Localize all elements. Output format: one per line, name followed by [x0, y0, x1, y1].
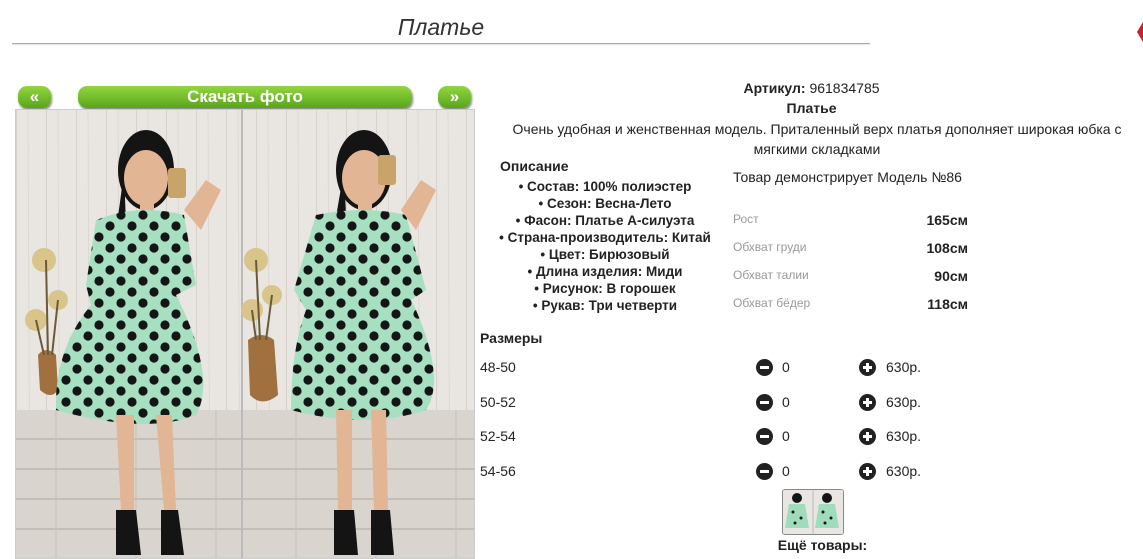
measurement-row: Обхват талии 90см	[733, 268, 968, 296]
size-price: 630р.	[886, 463, 922, 479]
quantity-value: 0	[782, 428, 790, 444]
spec-item: Сезон: Весна-Лето	[480, 195, 730, 212]
spec-item: Фасон: Платье А-силуэта	[480, 212, 730, 229]
size-row: 50-52 0 630р.	[480, 392, 1143, 416]
measurement-value: 90см	[934, 268, 968, 284]
plus-icon[interactable]	[859, 463, 876, 480]
measurement-value: 165см	[926, 212, 968, 228]
measurement-label: Обхват груди	[733, 240, 807, 254]
quantity-value: 0	[782, 463, 790, 479]
size-label: 52-54	[480, 428, 516, 444]
size-label: 50-52	[480, 394, 516, 410]
spec-item: Состав: 100% полиэстер	[480, 178, 730, 195]
spec-item: Цвет: Бирюзовый	[480, 246, 730, 263]
page-title: Платье	[397, 14, 485, 40]
product-thumbnail[interactable]	[782, 489, 844, 535]
sizes-title: Размеры	[480, 330, 543, 346]
minus-icon[interactable]	[756, 428, 773, 445]
size-label: 48-50	[480, 359, 516, 375]
minus-icon[interactable]	[756, 394, 773, 411]
minus-icon[interactable]	[756, 463, 773, 480]
size-label: 54-56	[480, 463, 516, 479]
spec-item: Страна-производитель: Китай	[480, 229, 730, 246]
more-products-label: Ещё товары:	[777, 537, 868, 553]
size-row: 52-54 0 630р.	[480, 426, 1143, 450]
plus-icon[interactable]	[859, 394, 876, 411]
quantity-value: 0	[782, 394, 790, 410]
article-number: Артикул: 961834785	[743, 80, 880, 96]
quantity-value: 0	[782, 359, 790, 375]
spec-item: Длина изделия: Миди	[480, 263, 730, 280]
download-photo-button[interactable]: Скачать фото	[78, 86, 412, 108]
side-decoration-icon	[1137, 22, 1143, 42]
size-row: 48-50 0 630р.	[480, 357, 1143, 381]
product-name: Платье	[786, 100, 837, 116]
plus-icon[interactable]	[859, 428, 876, 445]
measurement-row: Рост 165см	[733, 212, 968, 240]
measurement-row: Обхват бёдер 118см	[733, 296, 968, 324]
product-photo	[15, 109, 475, 559]
product-description: Очень удобная и женственная модель. Прит…	[512, 121, 1122, 157]
spec-item: Рисунок: В горошек	[480, 280, 730, 297]
size-row: 54-56 0 630р.	[480, 461, 1143, 485]
specs-list: Состав: 100% полиэстер Сезон: Весна-Лето…	[480, 178, 730, 314]
model-info: Товар демонстрирует Модель №86	[733, 169, 962, 185]
spec-item: Рукав: Три четверти	[480, 297, 730, 314]
measurement-value: 118см	[927, 296, 968, 312]
measurement-label: Рост	[733, 212, 759, 226]
minus-icon[interactable]	[756, 359, 773, 376]
size-price: 630р.	[886, 428, 922, 444]
plus-icon[interactable]	[859, 359, 876, 376]
specs-title: Описание	[500, 158, 569, 174]
title-divider	[12, 43, 870, 44]
prev-photo-button[interactable]: «	[18, 86, 51, 108]
next-photo-button[interactable]: »	[438, 86, 471, 108]
size-price: 630р.	[886, 359, 922, 375]
size-price: 630р.	[886, 394, 922, 410]
measurement-label: Обхват бёдер	[733, 296, 811, 310]
measurement-value: 108см	[926, 240, 968, 256]
measurement-row: Обхват груди 108см	[733, 240, 968, 268]
measurement-label: Обхват талии	[733, 268, 809, 282]
